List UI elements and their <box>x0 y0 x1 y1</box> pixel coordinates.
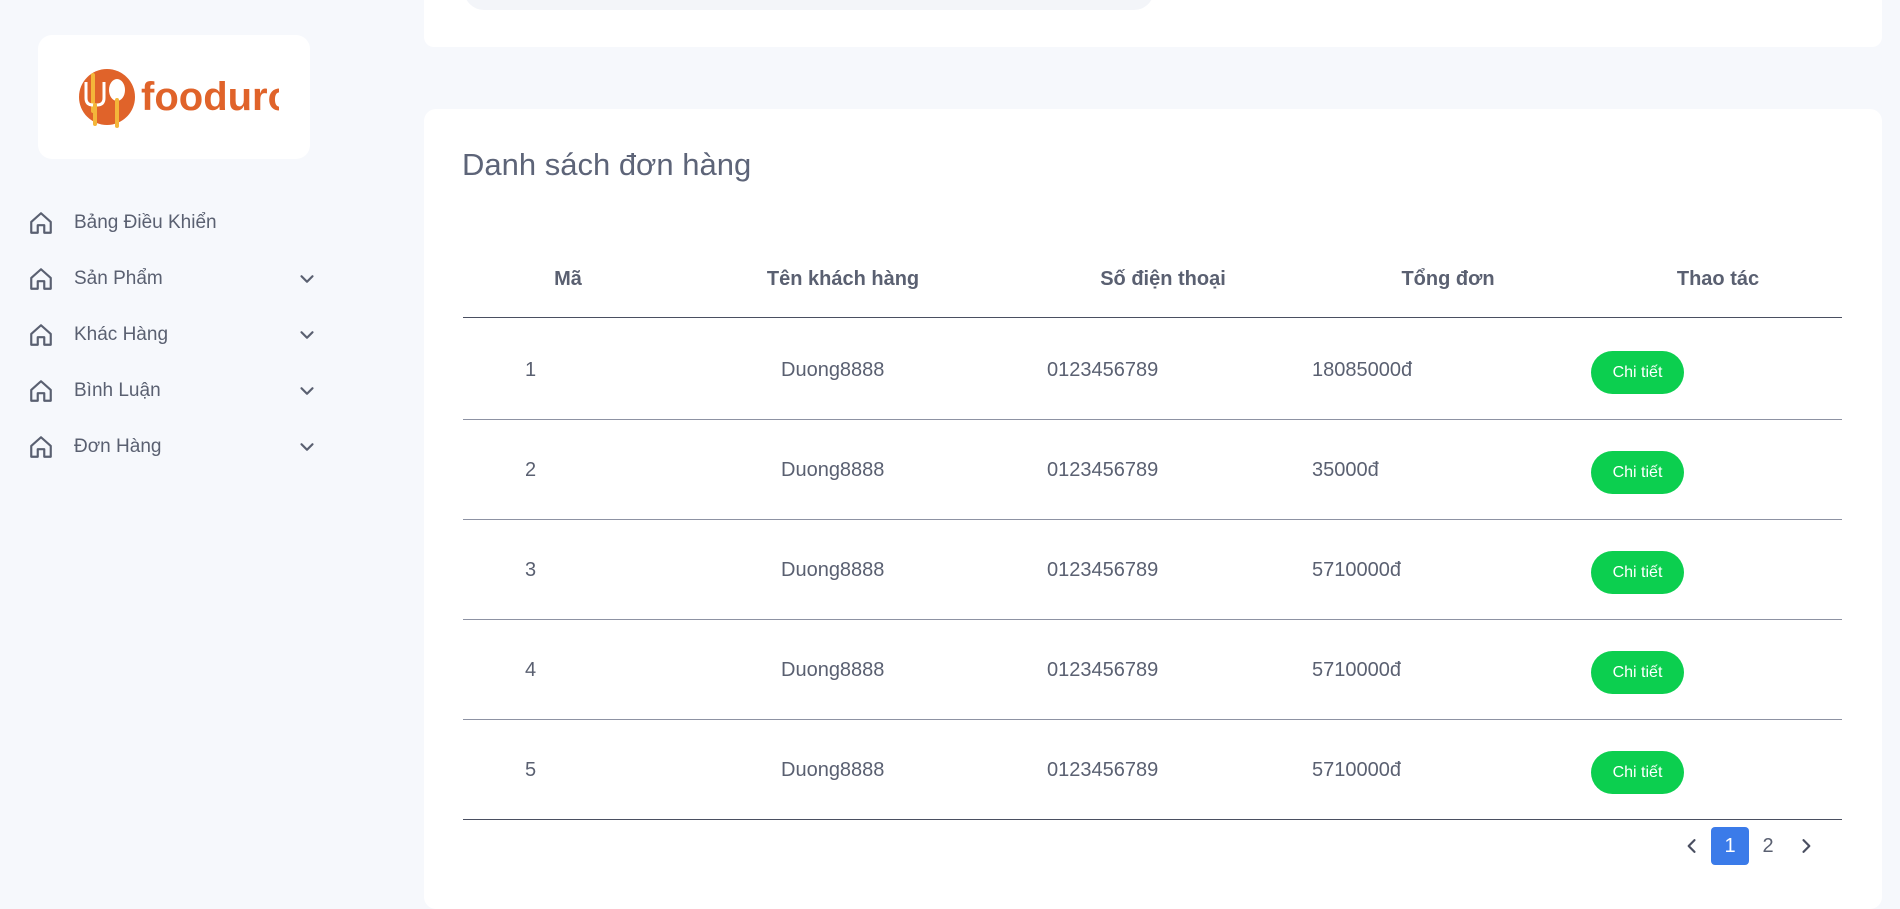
customer-name: Duong8888 <box>781 659 885 681</box>
table-header: Mã Tên khách hàng Số điện thoại Tổng đơn… <box>463 241 1842 318</box>
order-total: 5710000đ <box>1312 659 1401 681</box>
sidebar-item-customers[interactable]: Khác Hàng <box>24 307 330 363</box>
phone-number: 0123456789 <box>1047 759 1159 781</box>
page-title: Danh sách đơn hàng <box>462 147 752 182</box>
order-id: 5 <box>525 759 537 781</box>
orders-card: Danh sách đơn hàng Mã Tên khách hàng Số … <box>424 109 1882 909</box>
sidebar-item-label: Đơn Hàng <box>74 436 162 457</box>
chevron-right-icon <box>1802 839 1811 853</box>
table-row: 4 Duong8888 0123456789 5710000đ Chi tiết <box>463 620 1842 720</box>
home-icon <box>26 432 56 462</box>
order-total: 18085000đ <box>1312 359 1413 381</box>
customer-name: Duong8888 <box>781 559 885 581</box>
column-header-id: Mã <box>554 268 582 290</box>
next-page-button[interactable] <box>1787 827 1825 865</box>
pagination: 1 2 <box>1673 827 1825 865</box>
page-button-2[interactable]: 2 <box>1749 827 1787 865</box>
column-header-actions: Thao tác <box>1676 268 1760 290</box>
detail-button[interactable]: Chi tiết <box>1591 751 1684 794</box>
table-row: 2 Duong8888 0123456789 35000đ Chi tiết <box>463 420 1842 520</box>
sidebar-item-label: Bảng Điều Khiển <box>74 212 217 233</box>
phone-number: 0123456789 <box>1047 359 1159 381</box>
previous-page-button[interactable] <box>1673 827 1711 865</box>
phone-number: 0123456789 <box>1047 659 1159 681</box>
column-header-phone: Số điện thoại <box>1100 268 1226 290</box>
chevron-left-icon <box>1687 839 1696 853</box>
sidebar-item-products[interactable]: Sản Phẩm <box>24 251 330 307</box>
home-icon <box>26 376 56 406</box>
order-id: 4 <box>525 659 537 681</box>
home-icon <box>26 264 56 294</box>
brand-name: fooduro <box>141 75 279 119</box>
customer-name: Duong8888 <box>781 359 885 381</box>
sidebar-item-comments[interactable]: Bình Luận <box>24 363 330 419</box>
customer-name: Duong8888 <box>781 459 885 481</box>
order-id: 1 <box>525 359 537 381</box>
sidebar: fooduro Bảng Điều Khiển Sản Phẩm Khác Hà… <box>0 0 424 895</box>
brand-logo[interactable]: fooduro <box>38 35 310 159</box>
column-header-total: Tổng đơn <box>1401 268 1495 290</box>
sidebar-item-dashboard[interactable]: Bảng Điều Khiển <box>24 195 330 251</box>
detail-button[interactable]: Chi tiết <box>1591 551 1684 594</box>
detail-button[interactable]: Chi tiết <box>1591 451 1684 494</box>
order-id: 2 <box>525 459 537 481</box>
order-total: 35000đ <box>1312 459 1379 481</box>
detail-button[interactable]: Chi tiết <box>1591 651 1684 694</box>
sidebar-item-label: Sản Phẩm <box>74 268 163 289</box>
sidebar-item-label: Bình Luận <box>74 380 161 401</box>
chevron-down-icon[interactable] <box>296 324 318 346</box>
phone-number: 0123456789 <box>1047 459 1159 481</box>
order-total: 5710000đ <box>1312 759 1401 781</box>
header-card <box>424 0 1882 47</box>
chevron-down-icon[interactable] <box>296 268 318 290</box>
sidebar-item-label: Khác Hàng <box>74 324 169 345</box>
table-row: 5 Duong8888 0123456789 5710000đ Chi tiết <box>463 720 1842 820</box>
loading-spinner-icon <box>1772 0 1862 10</box>
order-total: 5710000đ <box>1312 559 1401 581</box>
home-icon <box>26 208 56 238</box>
table-row: 1 Duong8888 0123456789 18085000đ Chi tiế… <box>463 320 1842 420</box>
chevron-down-icon[interactable] <box>296 436 318 458</box>
sidebar-nav: Bảng Điều Khiển Sản Phẩm Khác Hàng Bình … <box>24 195 330 475</box>
chevron-down-icon[interactable] <box>296 380 318 402</box>
page-button-1[interactable]: 1 <box>1711 827 1749 865</box>
column-header-customer: Tên khách hàng <box>766 268 920 290</box>
detail-button[interactable]: Chi tiết <box>1591 351 1684 394</box>
customer-name: Duong8888 <box>781 759 885 781</box>
fooduro-logo-icon: fooduro <box>79 69 279 128</box>
sidebar-item-orders[interactable]: Đơn Hàng <box>24 419 330 475</box>
phone-number: 0123456789 <box>1047 559 1159 581</box>
search-bar[interactable] <box>464 0 1154 10</box>
order-id: 3 <box>525 559 537 581</box>
home-icon <box>26 320 56 350</box>
table-row: 3 Duong8888 0123456789 5710000đ Chi tiết <box>463 520 1842 620</box>
